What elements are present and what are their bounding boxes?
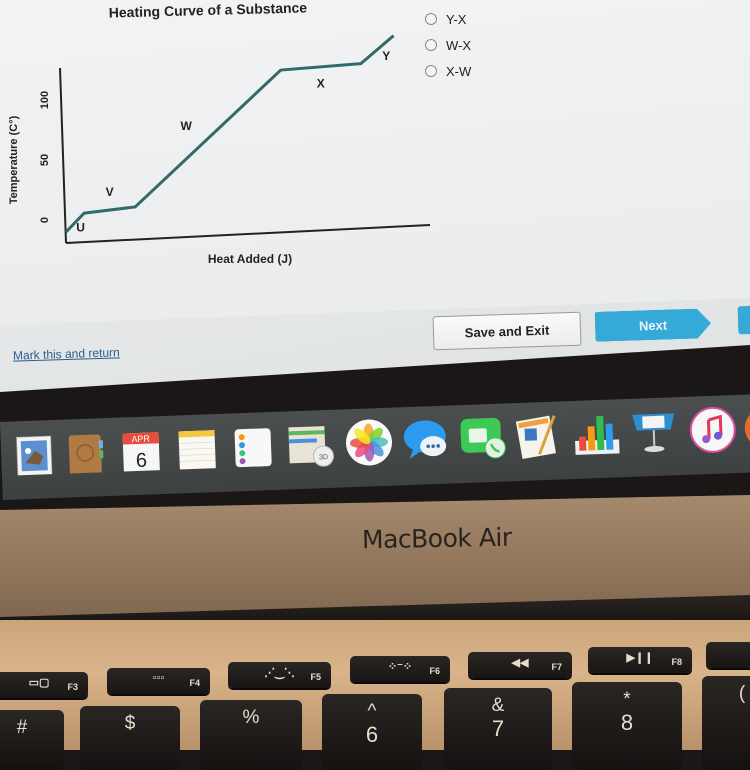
key-6[interactable]: ^ 6 — [322, 694, 422, 770]
key-4[interactable]: $ — [80, 706, 180, 770]
radio-button[interactable] — [425, 39, 437, 51]
messages-icon[interactable] — [402, 416, 448, 462]
key-label: F5 — [310, 672, 321, 682]
keyboard-bright-icon: ⁘⁻⁘ — [387, 661, 413, 673]
key-7[interactable]: & 7 — [444, 688, 552, 770]
mail-icon[interactable] — [12, 430, 58, 478]
y-axis — [59, 67, 67, 244]
answer-option-y-x[interactable]: Y-X — [425, 6, 471, 32]
contacts-icon[interactable] — [62, 428, 108, 476]
option-label: X-W — [446, 63, 472, 79]
key-label: F6 — [429, 666, 440, 676]
f4-key[interactable]: ▫▫▫ F4 — [107, 668, 210, 694]
option-label: W-X — [446, 37, 472, 53]
segment-label-u: U — [76, 220, 85, 234]
y-tick-label: 0 — [39, 217, 51, 223]
key-3[interactable]: # — [0, 710, 64, 770]
dock: APR 6 3D — [0, 394, 750, 500]
f8-key[interactable]: ▶❙❙ F8 — [588, 647, 692, 673]
key-label: F4 — [189, 678, 200, 688]
maps-3d-badge: 3D — [319, 454, 328, 461]
question-content: Heating Curve of a Substance 0 50 100 Temp… — [0, 0, 750, 325]
key-number: 6 — [365, 722, 379, 747]
f9-key[interactable] — [706, 642, 750, 668]
y-tick-label: 50 — [39, 154, 51, 166]
key-label: F8 — [671, 657, 682, 667]
calendar-icon[interactable]: APR 6 — [118, 426, 164, 474]
key-symbol: & — [491, 695, 505, 716]
heating-curve-line — [64, 34, 395, 234]
key-9[interactable]: ( — [702, 676, 750, 770]
key-label: F7 — [551, 662, 562, 672]
mission-control-icon: ▭▢ — [28, 677, 50, 689]
partial-button[interactable] — [737, 305, 750, 335]
segment-label-x: X — [317, 76, 325, 90]
x-axis-label: Heat Added (J) — [208, 252, 292, 266]
f6-key[interactable]: ⁘⁻⁘ F6 — [350, 656, 450, 682]
maps-icon[interactable]: 3D — [286, 420, 334, 467]
answer-options: Y-X W-X X-W — [425, 6, 471, 84]
key-symbol: ( — [738, 683, 746, 704]
next-button[interactable]: Next — [595, 308, 712, 342]
key-symbol: * — [623, 689, 631, 710]
y-axis-label: Temperature (C°) — [8, 115, 20, 204]
mark-and-return-link[interactable]: Mark this and return — [13, 345, 120, 362]
segment-label-v: V — [106, 185, 114, 199]
chart-title: Heating Curve of a Substance — [109, 0, 308, 21]
key-symbol: % — [242, 707, 260, 728]
key-5[interactable]: % — [200, 700, 302, 770]
partial-app-icon[interactable] — [742, 403, 750, 449]
radio-button[interactable] — [425, 13, 437, 25]
radio-button[interactable] — [425, 65, 437, 77]
key-number: 7 — [491, 716, 505, 741]
brand-label: MacBook Air — [361, 522, 512, 555]
keyboard-dim-icon: ⋰‿⋱ — [264, 667, 295, 679]
f5-key[interactable]: ⋰‿⋱ F5 — [228, 662, 331, 688]
laptop-screen: Heating Curve of a Substance 0 50 100 Temp… — [0, 0, 750, 392]
facetime-icon[interactable] — [458, 414, 506, 460]
key-number: 8 — [620, 710, 634, 735]
f7-key[interactable]: ◀◀ F7 — [468, 652, 572, 678]
pages-icon[interactable] — [514, 412, 560, 460]
play-pause-icon: ▶❙❙ — [626, 652, 654, 664]
answer-option-w-x[interactable]: W-X — [425, 32, 471, 58]
option-label: Y-X — [446, 11, 467, 27]
key-symbol: $ — [124, 713, 136, 734]
key-8[interactable]: * 8 — [572, 682, 682, 770]
notes-icon[interactable] — [174, 424, 220, 472]
reminders-icon[interactable] — [230, 422, 276, 468]
answer-option-x-w[interactable]: X-W — [425, 58, 471, 84]
x-axis — [65, 224, 431, 244]
itunes-icon[interactable] — [688, 405, 736, 453]
keyboard: ▭▢ F3 ▫▫▫ F4 ⋰‿⋱ F5 ⁘⁻⁘ F6 ◀◀ F7 ▶❙❙ F8 … — [0, 620, 750, 770]
f3-key[interactable]: ▭▢ F3 — [0, 672, 88, 698]
save-and-exit-button[interactable]: Save and Exit — [432, 311, 582, 351]
rewind-icon: ◀◀ — [511, 657, 529, 669]
key-symbol: # — [16, 717, 28, 738]
keynote-icon[interactable] — [630, 407, 676, 453]
key-symbol: ^ — [367, 701, 377, 722]
segment-label-y: Y — [382, 49, 390, 63]
heating-curve-chart: Heating Curve of a Substance 0 50 100 Temp… — [8, 0, 431, 266]
y-tick-label: 100 — [39, 91, 51, 109]
numbers-icon[interactable] — [572, 409, 620, 455]
calendar-day: 6 — [136, 450, 148, 472]
segment-label-w: W — [180, 119, 192, 133]
photos-icon[interactable] — [344, 418, 392, 466]
launchpad-icon: ▫▫▫ — [152, 672, 165, 684]
calendar-month: APR — [131, 434, 150, 445]
key-label: F3 — [67, 682, 78, 692]
